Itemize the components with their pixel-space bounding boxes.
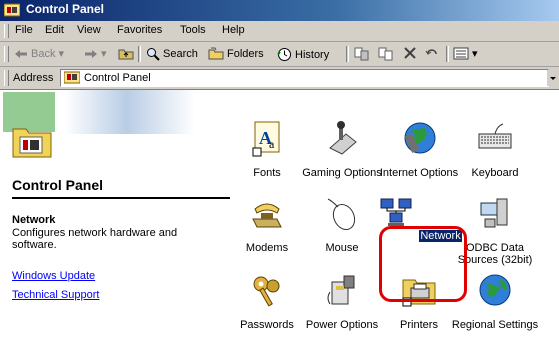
modems-icon <box>252 203 282 228</box>
undo-icon <box>425 49 437 55</box>
forward-dropdown-icon[interactable]: ▾ <box>101 47 107 60</box>
chevron-down-icon <box>550 77 556 80</box>
page-title: Control Panel <box>12 177 104 193</box>
address-grip[interactable] <box>4 70 9 86</box>
item-keyboard[interactable]: Keyboard <box>450 120 540 179</box>
folders-button[interactable]: Folders <box>208 47 264 60</box>
undo-button[interactable] <box>425 47 439 59</box>
fonts-icon: Aa <box>252 121 280 157</box>
svg-text:a: a <box>269 137 275 151</box>
copy-to-button[interactable] <box>378 47 394 61</box>
address-dropdown-button[interactable] <box>547 70 559 86</box>
technical-support-link[interactable]: Technical Support <box>12 289 99 301</box>
search-button[interactable]: Search <box>146 47 198 61</box>
item-label: Regional Settings <box>451 319 539 331</box>
menu-edit[interactable]: Edit <box>45 24 64 36</box>
address-value: Control Panel <box>84 72 151 84</box>
folders-label: Folders <box>227 47 264 60</box>
item-label: Keyboard <box>471 167 519 179</box>
passwords-icon <box>253 276 280 307</box>
control-panel-icon <box>4 3 20 17</box>
address-label: Address <box>13 72 54 84</box>
toolbar-separator <box>446 46 449 62</box>
move-to-icon <box>354 47 369 61</box>
up-folder-button[interactable] <box>118 47 134 60</box>
history-label: History <box>295 48 330 61</box>
network-highlight-ring <box>379 226 467 302</box>
address-field[interactable]: Control Panel <box>60 69 549 87</box>
views-dropdown-icon[interactable]: ▾ <box>472 47 478 60</box>
toolbar-grip[interactable] <box>4 46 9 62</box>
menu-help[interactable]: Help <box>222 24 245 36</box>
delete-button[interactable] <box>404 47 416 59</box>
search-label: Search <box>163 48 198 60</box>
power-options-icon <box>327 275 355 305</box>
regional-settings-icon <box>479 274 511 306</box>
item-label: Mouse <box>325 242 359 254</box>
standard-toolbar: Back ▾ ▾ Search Folders History ▾ <box>0 42 559 67</box>
up-folder-icon <box>118 49 134 60</box>
odbc-icon <box>480 198 508 228</box>
windows-update-link[interactable]: Windows Update <box>12 270 95 282</box>
search-icon <box>147 48 160 61</box>
window-title: Control Panel <box>26 2 105 16</box>
control-panel-icon <box>64 71 80 84</box>
back-button[interactable]: Back ▾ <box>14 47 64 60</box>
move-to-button[interactable] <box>354 47 370 61</box>
title-divider <box>12 197 230 199</box>
content-area: Control Panel Network Configures network… <box>0 90 559 352</box>
menu-file[interactable]: File <box>15 24 33 36</box>
keyboard-icon <box>478 123 512 149</box>
views-icon <box>453 47 469 60</box>
title-bar[interactable]: Control Panel <box>0 0 559 21</box>
toolbar-separator <box>138 46 141 62</box>
forward-button[interactable]: ▾ <box>84 47 107 60</box>
history-icon <box>277 48 291 61</box>
forward-arrow-icon <box>85 49 97 58</box>
internet-options-icon <box>404 122 436 154</box>
selected-item-description: Configures network hardware and software… <box>12 227 178 251</box>
control-panel-folder-icon <box>12 128 52 158</box>
history-button[interactable]: History <box>277 47 329 62</box>
folders-icon <box>208 47 224 60</box>
toolbar-separator <box>346 46 349 62</box>
back-dropdown-icon[interactable]: ▾ <box>58 47 64 60</box>
gaming-options-icon <box>329 121 357 155</box>
menu-view[interactable]: View <box>77 24 101 36</box>
menu-favorites[interactable]: Favorites <box>117 24 162 36</box>
menu-grip[interactable] <box>4 24 9 38</box>
menu-tools[interactable]: Tools <box>180 24 206 36</box>
selected-item-name: Network <box>12 214 56 226</box>
copy-to-icon <box>378 47 393 61</box>
address-bar: Address Control Panel <box>0 67 559 90</box>
back-arrow-icon <box>15 49 27 58</box>
views-button[interactable]: ▾ <box>453 47 478 60</box>
mouse-icon <box>327 198 356 231</box>
menu-bar: File Edit View Favorites Tools Help <box>0 21 559 42</box>
back-label: Back <box>31 47 56 60</box>
delete-icon <box>404 47 416 59</box>
